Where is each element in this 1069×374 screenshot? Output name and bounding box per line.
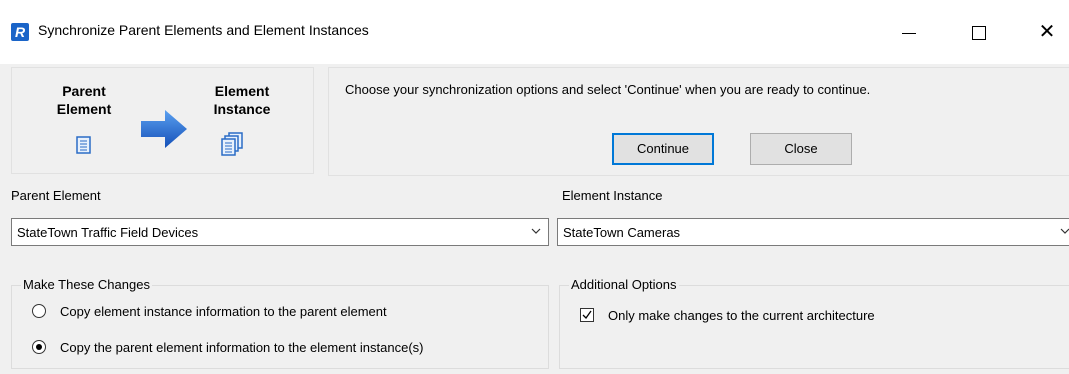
chevron-down-icon <box>531 228 541 234</box>
checkmark-icon <box>582 310 592 320</box>
close-icon: ✕ <box>1038 21 1056 43</box>
instruction-text: Choose your synchronization options and … <box>345 82 871 97</box>
minimize-button[interactable] <box>886 12 932 52</box>
radio-copy-to-instance[interactable] <box>32 340 46 354</box>
close-window-button[interactable]: ✕ <box>1024 12 1069 52</box>
additional-options-group: Additional Options Only make changes to … <box>559 277 1069 369</box>
arrow-right-icon <box>141 110 187 148</box>
app-logo-icon: R <box>11 23 29 41</box>
element-instance-label: Element Instance <box>562 188 663 203</box>
make-changes-group: Make These Changes Copy element instance… <box>11 277 549 369</box>
option-copy-to-instance-label: Copy the parent element information to t… <box>60 340 424 355</box>
additional-options-title: Additional Options <box>569 277 679 292</box>
title-bar: R Synchronize Parent Elements and Elemen… <box>0 0 1069 64</box>
maximize-icon <box>972 26 986 40</box>
element-instance-select[interactable]: StateTown Cameras <box>557 218 1069 246</box>
option-copy-to-instance[interactable]: Copy the parent element information to t… <box>32 340 532 358</box>
parent-element-label: Parent Element <box>11 188 101 203</box>
parent-element-value: StateTown Traffic Field Devices <box>17 225 199 240</box>
option-copy-to-parent[interactable]: Copy element instance information to the… <box>32 304 532 322</box>
chevron-down-icon <box>1060 228 1069 234</box>
radio-copy-to-parent[interactable] <box>32 304 46 318</box>
parent-element-select[interactable]: StateTown Traffic Field Devices <box>11 218 549 246</box>
window-title: Synchronize Parent Elements and Element … <box>38 22 369 38</box>
option-current-architecture[interactable]: Only make changes to the current archite… <box>580 308 1060 326</box>
diagram-parent-label: Parent Element <box>56 83 112 117</box>
sync-diagram-panel: Parent Element Element Instance <box>11 67 314 174</box>
make-changes-title: Make These Changes <box>21 277 152 292</box>
maximize-button[interactable] <box>955 12 1001 52</box>
option-copy-to-parent-label: Copy element instance information to the… <box>60 304 387 319</box>
close-button[interactable]: Close <box>750 133 852 165</box>
minimize-icon <box>902 33 916 34</box>
option-current-architecture-label: Only make changes to the current archite… <box>608 308 875 323</box>
documents-icon <box>221 132 243 156</box>
instruction-panel: Choose your synchronization options and … <box>328 67 1069 176</box>
continue-button[interactable]: Continue <box>612 133 714 165</box>
document-icon <box>76 136 91 154</box>
diagram-instance-label: Element Instance <box>213 83 271 117</box>
element-instance-value: StateTown Cameras <box>563 225 681 240</box>
checkbox-current-architecture[interactable] <box>580 308 594 322</box>
